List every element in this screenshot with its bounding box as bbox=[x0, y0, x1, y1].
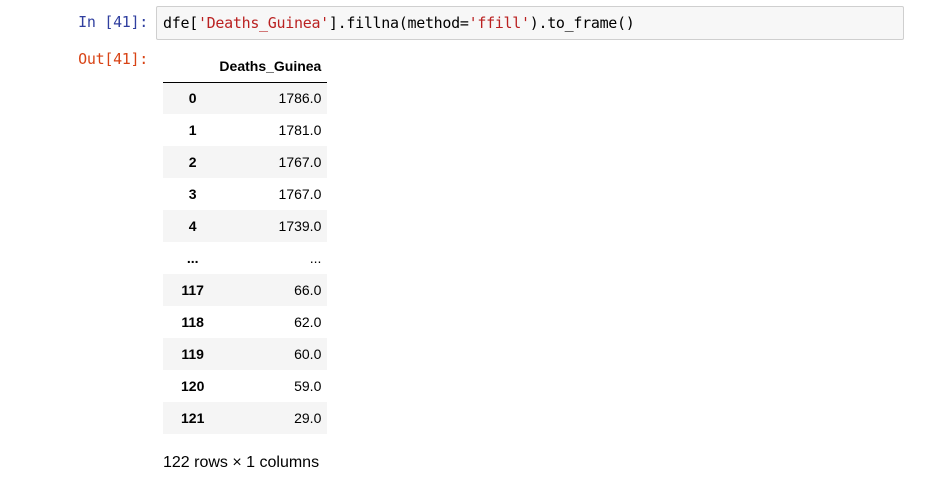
row-value: 1781.0 bbox=[278, 122, 322, 138]
row-index: 117 bbox=[181, 282, 204, 298]
output-prompt: Out[41]: bbox=[78, 50, 148, 68]
column-header: Deaths_Guinea bbox=[204, 50, 328, 83]
code-token: dfe[ bbox=[163, 14, 198, 32]
dataframe-shape-text: 122 rows × 1 columns bbox=[163, 454, 320, 471]
table-row: 121 29.0 bbox=[163, 402, 328, 434]
row-value: 1767.0 bbox=[278, 186, 322, 202]
row-index: 121 bbox=[181, 410, 205, 426]
row-index: ... bbox=[186, 250, 199, 266]
row-value: 1739.0 bbox=[278, 218, 322, 234]
table-row: 117 66.0 bbox=[163, 274, 328, 306]
code-input-area[interactable]: dfe['Deaths_Guinea'].fillna(method='ffil… bbox=[156, 6, 904, 40]
code-string-token: 'Deaths_Guinea' bbox=[197, 14, 329, 32]
row-index: 2 bbox=[188, 154, 197, 170]
row-value: 29.0 bbox=[294, 410, 322, 426]
row-index: 3 bbox=[188, 186, 197, 202]
table-row: 4 1739.0 bbox=[163, 210, 328, 242]
table-row: 118 62.0 bbox=[163, 306, 328, 338]
table-row: 0 1786.0 bbox=[163, 82, 328, 114]
table-row: 2 1767.0 bbox=[163, 146, 328, 178]
code-token: ).to_frame() bbox=[529, 14, 635, 32]
row-value: 59.0 bbox=[294, 378, 322, 394]
table-header-row: Deaths_Guinea bbox=[163, 50, 328, 83]
row-index: 1 bbox=[188, 122, 197, 138]
table-row: 119 60.0 bbox=[163, 338, 328, 370]
row-value: 1767.0 bbox=[278, 154, 322, 170]
table-row: 1 1781.0 bbox=[163, 114, 328, 146]
code-string-token: 'ffill' bbox=[468, 14, 530, 32]
row-index: 0 bbox=[188, 90, 197, 107]
dataframe-table: Deaths_Guinea 0 1786.0 1 1781.0 2 1767.0 3 1… bbox=[163, 50, 328, 434]
row-value: 62.0 bbox=[294, 314, 322, 330]
table-row: 3 1767.0 bbox=[163, 178, 328, 210]
input-prompt: In [41]: bbox=[78, 13, 148, 31]
table-row-ellipsis: ...... bbox=[163, 242, 328, 274]
row-index: 118 bbox=[181, 314, 204, 330]
row-index: 4 bbox=[188, 218, 197, 234]
row-value: ... bbox=[309, 250, 322, 266]
row-index: 119 bbox=[181, 346, 204, 362]
row-index: 120 bbox=[181, 378, 205, 394]
row-value: 60.0 bbox=[294, 346, 322, 362]
index-header bbox=[163, 50, 205, 83]
row-value: 66.0 bbox=[294, 282, 322, 298]
row-value: 1786.0 bbox=[278, 90, 322, 107]
code-token: ].fillna(method= bbox=[328, 14, 469, 32]
table-row: 120 59.0 bbox=[163, 370, 328, 402]
